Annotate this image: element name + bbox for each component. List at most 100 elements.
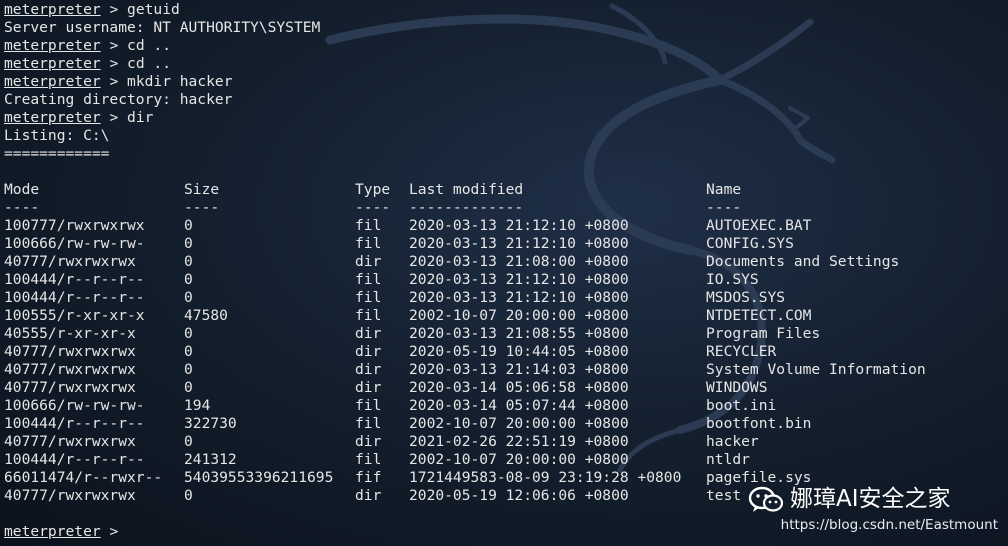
table-row: 100555/r-xr-xr-x 47580 fil 2002-10-07 20:00…: [4, 307, 1008, 325]
cell-last-modified: 2020-03-14 05:06:58 +0800: [409, 379, 629, 396]
cell-type: fil: [355, 217, 382, 234]
prompt-symbol: >: [109, 37, 119, 54]
separator-name: ----: [706, 199, 742, 216]
cell-last-modified: 2002-10-07 20:00:00 +0800: [409, 451, 629, 468]
cell-last-modified: 1721449583-08-09 23:19:28 +0800: [409, 469, 682, 486]
table-body: 100777/rwxrwxrwx 0 fil 2020-03-13 21:12:10 …: [4, 217, 1008, 505]
cell-last-modified: 2020-03-13 21:08:55 +0800: [409, 325, 629, 342]
table-header: Mode Size Type Last modified Name: [4, 181, 1008, 199]
cell-type: fil: [355, 415, 382, 432]
header-name: Name: [706, 181, 742, 198]
cell-mode: 100444/r--r--r--: [4, 451, 145, 468]
cell-name: boot.ini: [706, 397, 777, 414]
prompt-symbol: >: [109, 523, 119, 540]
wechat-icon: [748, 486, 784, 512]
terminal-window[interactable]: meterpreter > getuid Server username: NT…: [0, 0, 1008, 546]
header-last-modified: Last modified: [409, 181, 524, 198]
prompt-symbol: >: [109, 55, 119, 72]
cell-size: 241312: [184, 451, 237, 468]
separator-type: ----: [355, 199, 391, 216]
table-row: 100777/rwxrwxrwx 0 fil 2020-03-13 21:12:10 …: [4, 217, 1008, 235]
cell-type: fil: [355, 451, 382, 468]
cell-size: 0: [184, 217, 193, 234]
prompt-label: meterpreter: [4, 523, 101, 540]
table-row: 40777/rwxrwxrwx 0 dir 2020-03-13 21:08:00 +…: [4, 253, 1008, 271]
prompt-label: meterpreter: [4, 73, 101, 90]
cell-type: dir: [355, 433, 382, 450]
cell-name: System Volume Information: [706, 361, 926, 378]
table-row: 40777/rwxrwxrwx 0 dir 2021-02-26 22:51:19 +…: [4, 433, 1008, 451]
command-text: dir: [127, 109, 154, 126]
prompt-label: meterpreter: [4, 1, 101, 18]
cell-name: AUTOEXEC.BAT: [706, 217, 812, 234]
session-history: meterpreter > getuid Server username: NT…: [4, 1, 1008, 181]
cell-mode: 40777/rwxrwxrwx: [4, 379, 136, 396]
table-row: 40555/r-xr-xr-x 0 dir 2020-03-13 21:08:55 +…: [4, 325, 1008, 343]
table-row: 100444/r--r--r-- 0 fil 2020-03-13 21:12:10 …: [4, 271, 1008, 289]
header-size: Size: [184, 181, 220, 198]
cell-type: dir: [355, 379, 382, 396]
listing-path: Listing: C:\: [4, 127, 110, 144]
cell-name: MSDOS.SYS: [706, 289, 786, 306]
cell-size: 0: [184, 343, 193, 360]
table-row: 40777/rwxrwxrwx 0 dir 2020-05-19 10:44:05 +…: [4, 343, 1008, 361]
cell-size: 47580: [184, 307, 228, 324]
table-row: 100666/rw-rw-rw- 194 fil 2020-03-14 05:07:4…: [4, 397, 1008, 415]
prompt-symbol: >: [109, 73, 119, 90]
cell-size: 194: [184, 397, 211, 414]
cell-last-modified: 2020-05-19 12:06:06 +0800: [409, 487, 629, 504]
cell-size: 0: [184, 253, 193, 270]
cell-name: IO.SYS: [706, 271, 759, 288]
separator-last-modified: -------------: [409, 199, 524, 216]
cell-type: dir: [355, 253, 382, 270]
cell-type: fil: [355, 289, 382, 306]
table-row: 100444/r--r--r-- 0 fil 2020-03-13 21:12:10 …: [4, 289, 1008, 307]
cell-size: 54039553396211695: [184, 469, 334, 486]
watermark-title: 娜璋AI安全之家: [790, 486, 951, 512]
cell-mode: 100444/r--r--r--: [4, 271, 145, 288]
cell-last-modified: 2020-03-13 21:12:10 +0800: [409, 289, 629, 306]
cell-size: 0: [184, 433, 193, 450]
prompt-symbol: >: [109, 1, 119, 18]
cell-size: 0: [184, 289, 193, 306]
table-row: 100444/r--r--r-- 241312 fil 2002-10-07 20:0…: [4, 451, 1008, 469]
separator-size: ----: [184, 199, 220, 216]
cell-type: dir: [355, 325, 382, 342]
cell-size: 0: [184, 361, 193, 378]
cell-size: 0: [184, 235, 193, 252]
header-mode: Mode: [4, 181, 40, 198]
cell-size: 0: [184, 271, 193, 288]
header-type: Type: [355, 181, 391, 198]
table-row: 100444/r--r--r-- 322730 fil 2002-10-07 20:0…: [4, 415, 1008, 433]
cell-mode: 40777/rwxrwxrwx: [4, 487, 136, 504]
cell-name: RECYCLER: [706, 343, 777, 360]
cell-mode: 40777/rwxrwxrwx: [4, 343, 136, 360]
cell-type: fil: [355, 235, 382, 252]
cell-mode: 100444/r--r--r--: [4, 289, 145, 306]
cell-name: bootfont.bin: [706, 415, 812, 432]
cell-size: 0: [184, 325, 193, 342]
command-text: getuid: [127, 1, 180, 18]
cell-mode: 100666/rw-rw-rw-: [4, 235, 145, 252]
command-line: meterpreter > dir: [4, 109, 1008, 127]
cell-last-modified: 2021-02-26 22:51:19 +0800: [409, 433, 629, 450]
table-row: 40777/rwxrwxrwx 0 dir 2020-03-13 21:14:03 +…: [4, 361, 1008, 379]
cell-name: ntldr: [706, 451, 750, 468]
cell-type: dir: [355, 487, 382, 504]
table-header-separator: ---- ---- ---- ------------- ----: [4, 199, 1008, 217]
cell-last-modified: 2020-03-14 05:07:44 +0800: [409, 397, 629, 414]
prompt-label: meterpreter: [4, 37, 101, 54]
command-line: meterpreter > cd ..: [4, 37, 1008, 55]
cell-last-modified: 2002-10-07 20:00:00 +0800: [409, 307, 629, 324]
cell-type: dir: [355, 361, 382, 378]
cell-last-modified: 2020-03-13 21:12:10 +0800: [409, 235, 629, 252]
cell-mode: 40555/r-xr-xr-x: [4, 325, 136, 342]
cell-mode: 100666/rw-rw-rw-: [4, 397, 145, 414]
cell-mode: 40777/rwxrwxrwx: [4, 433, 136, 450]
separator-mode: ----: [4, 199, 40, 216]
watermark: 娜璋AI安全之家 https://blog.csdn.net/Eastmount: [748, 484, 998, 536]
prompt-label: meterpreter: [4, 55, 101, 72]
cell-name: Program Files: [706, 325, 821, 342]
command-text: mkdir hacker: [127, 73, 233, 90]
